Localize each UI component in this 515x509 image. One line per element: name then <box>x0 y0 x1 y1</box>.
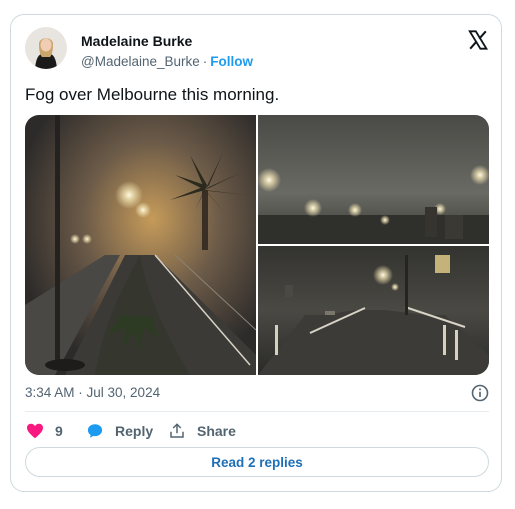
divider <box>25 411 489 412</box>
info-icon[interactable] <box>471 384 489 402</box>
speech-bubble-icon <box>85 421 105 441</box>
separator-dot: · <box>202 54 208 69</box>
share-icon <box>167 421 187 441</box>
photo-foggy-pier[interactable] <box>258 246 489 375</box>
author-name[interactable]: Madelaine Burke <box>81 33 192 49</box>
photo-foggy-street-palm[interactable] <box>25 115 257 375</box>
author-handle[interactable]: @Madelaine_Burke <box>81 54 200 69</box>
author-handle-row: @Madelaine_Burke · Follow <box>81 54 253 69</box>
share-label: Share <box>197 423 236 439</box>
reply-button[interactable]: Reply <box>85 421 153 441</box>
photo-foggy-lamps[interactable] <box>257 115 489 244</box>
tweet-card: Madelaine Burke @Madelaine_Burke · Follow … <box>10 14 502 492</box>
heart-icon <box>25 421 45 441</box>
avatar[interactable] <box>25 27 67 69</box>
timestamp[interactable]: 3:34 AM · Jul 30, 2024 <box>25 385 160 400</box>
like-button[interactable]: 9 <box>25 421 63 441</box>
like-count: 9 <box>55 423 63 439</box>
x-logo-icon[interactable] <box>467 29 489 51</box>
reply-label: Reply <box>115 423 154 439</box>
follow-button[interactable]: Follow <box>210 54 253 69</box>
share-button[interactable]: Share <box>167 421 236 441</box>
tweet-text: Fog over Melbourne this morning. <box>25 85 280 104</box>
media-grid <box>25 115 489 375</box>
read-replies-button[interactable]: Read 2 replies <box>25 447 489 477</box>
